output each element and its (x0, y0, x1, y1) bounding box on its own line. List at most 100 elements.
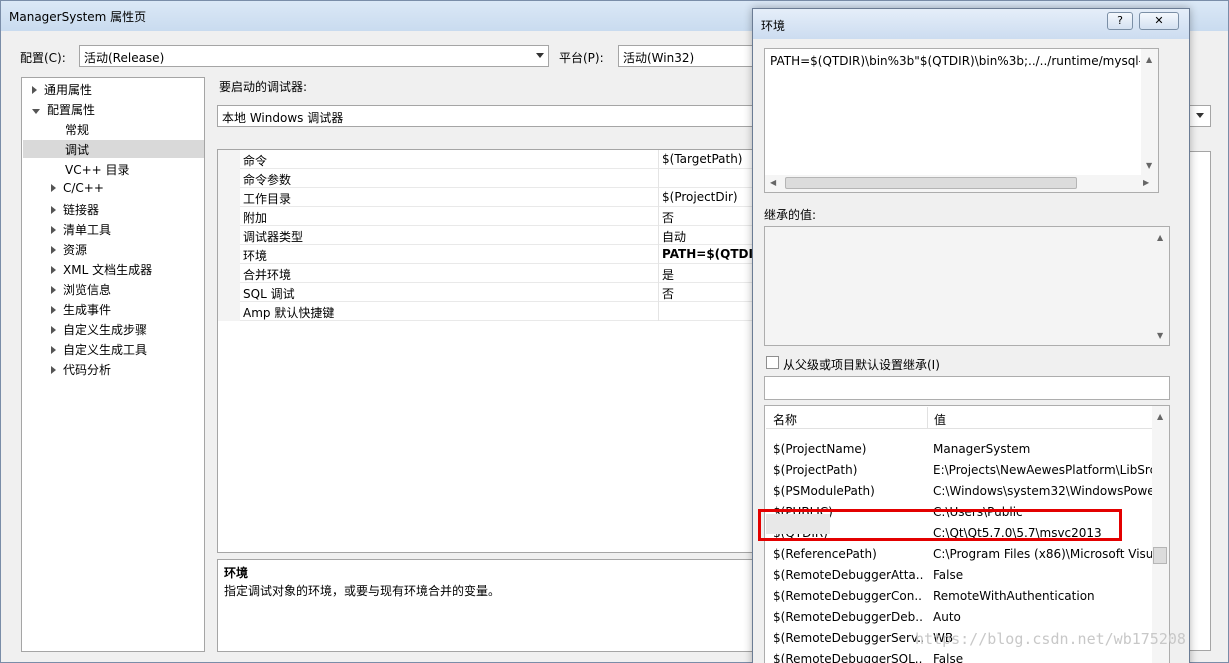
macro-name: $(RemoteDebuggerDeb... (773, 610, 923, 624)
config-combo[interactable]: 活动(Release) (79, 45, 549, 67)
expand-arrow-icon[interactable] (32, 109, 40, 114)
tree-item-label: XML 文档生成器 (63, 263, 153, 277)
macro-name: $(ProjectName) (773, 442, 867, 456)
description-panel: 环境 指定调试对象的环境，或要与现有环境合并的变量。 (217, 559, 757, 652)
description-text: 指定调试对象的环境，或要与现有环境合并的变量。 (224, 584, 501, 598)
tree-item-label: 通用属性 (44, 83, 93, 97)
platform-label: 平台(P): (559, 51, 604, 65)
collapse-arrow-icon[interactable] (51, 346, 56, 354)
collapse-arrow-icon[interactable] (51, 184, 56, 192)
close-button[interactable]: ✕ (1139, 12, 1179, 30)
env-edit-box[interactable]: PATH=$(QTDIR)\bin%3b"$(QTDIR)\bin%3b;../… (764, 48, 1159, 193)
collapse-arrow-icon[interactable] (51, 366, 56, 374)
tree-item-label: 自定义生成工具 (63, 343, 148, 357)
config-tree: 通用属性配置属性 常规 调试 VC++ 目录 C/C++ 链接器清单工具资源 XML 文档生… (21, 77, 205, 652)
debugger-combo-dropdown[interactable] (1189, 105, 1211, 127)
macro-name: $(RemoteDebuggerSQL... (773, 652, 923, 663)
property-row[interactable]: 合并环境 是 (218, 264, 756, 283)
env-edit-text: PATH=$(QTDIR)\bin%3b"$(QTDIR)\bin%3b;../… (770, 54, 1140, 68)
help-button[interactable]: ? (1107, 12, 1133, 30)
property-row[interactable]: 命令参数 (218, 169, 756, 188)
property-name: 工作目录 (243, 192, 292, 206)
macro-vscroll-thumb[interactable] (1153, 547, 1167, 564)
property-row[interactable]: 工作目录 $(ProjectDir) (218, 188, 756, 207)
env-title: 环境 (761, 19, 786, 33)
macro-value: ManagerSystem (933, 442, 1031, 456)
collapse-arrow-icon[interactable] (32, 86, 37, 94)
column-divider (658, 283, 659, 302)
chevron-down-icon (536, 53, 544, 58)
inherit-checkbox[interactable] (766, 356, 779, 369)
macro-value: RemoteWithAuthentication (933, 589, 1095, 603)
row-gutter (218, 264, 240, 283)
tree-item[interactable]: 通用属性 (32, 81, 92, 101)
property-name: 调试器类型 (243, 230, 304, 244)
scroll-up-icon: ▲ (1157, 412, 1164, 421)
tree-item[interactable]: XML 文档生成器 (51, 261, 152, 281)
macro-name: $(ReferencePath) (773, 547, 877, 561)
platform-combo[interactable]: 活动(Win32) (618, 45, 758, 67)
collapse-arrow-icon[interactable] (51, 306, 56, 314)
property-name: 环境 (243, 249, 268, 263)
column-divider (658, 264, 659, 283)
collapse-arrow-icon[interactable] (51, 206, 56, 214)
property-row[interactable]: 附加 否 (218, 207, 756, 226)
tree-item[interactable]: 自定义生成工具 (51, 341, 147, 361)
property-row[interactable]: Amp 默认快捷键 (218, 302, 756, 321)
tree-item[interactable]: C/C++ (51, 181, 104, 201)
tree-item[interactable]: 调试 (65, 141, 89, 161)
tree-item[interactable]: 配置属性 (32, 101, 95, 121)
property-row[interactable]: SQL 调试 否 (218, 283, 756, 302)
watermark: https://blog.csdn.net/wb175208 (915, 630, 1186, 648)
tree-item-label: C/C++ (63, 181, 104, 195)
property-row[interactable]: 调试器类型 自动 (218, 226, 756, 245)
property-row[interactable]: 环境 PATH=$(QTDI (218, 245, 756, 264)
collapse-arrow-icon[interactable] (51, 266, 56, 274)
tree-item-label: 清单工具 (63, 223, 112, 237)
property-value: PATH=$(QTDI (662, 247, 753, 261)
property-name: 合并环境 (243, 268, 292, 282)
property-row[interactable]: 命令 $(TargetPath) (218, 150, 756, 169)
property-name: SQL 调试 (243, 287, 295, 301)
dialog-title: ManagerSystem 属性页 (9, 10, 147, 24)
property-value: 自动 (662, 230, 687, 244)
right-panel-edge (1189, 151, 1211, 651)
hscroll-thumb[interactable] (785, 177, 1077, 189)
env-edit-hscroll[interactable]: ◀ ▶ (765, 175, 1158, 192)
tree-item[interactable]: 清单工具 (51, 221, 111, 241)
tree-item[interactable]: 自定义生成步骤 (51, 321, 147, 341)
collapse-arrow-icon[interactable] (51, 226, 56, 234)
env-edit-vscroll[interactable]: ▲ ▼ (1141, 49, 1158, 176)
tree-item[interactable]: 常规 (65, 121, 89, 141)
macro-vscroll[interactable]: ▲ (1152, 406, 1169, 663)
property-name: Amp 默认快捷键 (243, 306, 335, 320)
property-value: $(TargetPath) (662, 152, 743, 166)
tree-item-label: 生成事件 (63, 303, 112, 317)
tree-item[interactable]: 生成事件 (51, 301, 111, 321)
header-divider (927, 407, 928, 429)
col-name-header[interactable]: 名称 (773, 411, 797, 428)
debugger-combo[interactable]: 本地 Windows 调试器 (217, 105, 757, 127)
column-divider (658, 150, 659, 169)
inherited-vscroll[interactable]: ▲ ▼ (1152, 227, 1169, 345)
row-gutter (218, 245, 240, 264)
platform-combo-value: 活动(Win32) (623, 51, 695, 65)
tree-item[interactable]: VC++ 目录 (65, 161, 130, 181)
column-divider (658, 245, 659, 264)
tree-item[interactable]: 链接器 (51, 201, 99, 221)
macro-filter-input[interactable] (764, 376, 1170, 400)
row-gutter (218, 150, 240, 169)
column-divider (658, 169, 659, 188)
tree-item[interactable]: 浏览信息 (51, 281, 111, 301)
row-gutter (218, 226, 240, 245)
collapse-arrow-icon[interactable] (51, 246, 56, 254)
collapse-arrow-icon[interactable] (51, 326, 56, 334)
property-value: 否 (662, 287, 675, 301)
collapse-arrow-icon[interactable] (51, 286, 56, 294)
tree-item-label: 资源 (63, 243, 88, 257)
tree-item[interactable]: 资源 (51, 241, 87, 261)
col-value-header[interactable]: 值 (934, 411, 946, 428)
tree-item[interactable]: 代码分析 (51, 361, 111, 381)
property-value: 是 (662, 268, 675, 282)
scroll-up-icon: ▲ (1146, 55, 1153, 64)
